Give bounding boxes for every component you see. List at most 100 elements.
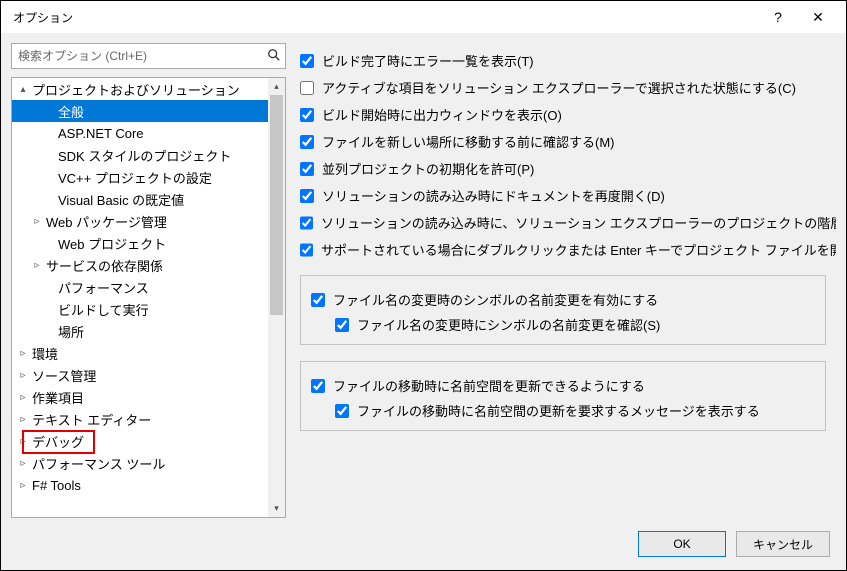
checkbox[interactable] xyxy=(335,318,349,332)
close-icon: ✕ xyxy=(812,9,824,26)
tree-item[interactable]: ASP.NET Core xyxy=(12,122,268,144)
check-reopen-docs[interactable]: ソリューションの読み込み時にドキュメントを再度開く(D) xyxy=(300,186,836,205)
search-icon[interactable] xyxy=(267,48,281,65)
check-open-projectfile[interactable]: サポートされている場合にダブルクリックまたは Enter キーでプロジェクト フ… xyxy=(300,240,836,259)
tree-item[interactable]: ▴プロジェクトおよびソリューション xyxy=(12,78,268,100)
check-enable-rename[interactable]: ファイル名の変更時のシンボルの名前変更を有効にする xyxy=(311,290,815,309)
tree-item[interactable]: ▹テキスト エディター xyxy=(12,408,268,430)
help-button[interactable]: ? xyxy=(758,2,798,32)
tree-item-label: パフォーマンス ツール xyxy=(30,454,165,473)
expand-icon[interactable]: ▹ xyxy=(16,370,30,381)
close-button[interactable]: ✕ xyxy=(798,2,838,32)
check-prompt-namespace[interactable]: ファイルの移動時に名前空間の更新を要求するメッセージを表示する xyxy=(311,401,815,420)
tree-item-label: ASP.NET Core xyxy=(56,126,144,141)
checkbox[interactable] xyxy=(300,189,314,203)
check-label: 並列プロジェクトの初期化を許可(P) xyxy=(322,159,534,178)
tree-item-label: Web パッケージ管理 xyxy=(44,212,167,231)
checkbox[interactable] xyxy=(300,216,313,230)
tree-item[interactable]: Web プロジェクト xyxy=(12,232,268,254)
tree-item[interactable]: 全般 xyxy=(12,100,268,122)
tree-item[interactable]: ▹ソース管理 xyxy=(12,364,268,386)
expand-icon[interactable]: ▹ xyxy=(30,216,44,227)
tree-item[interactable]: ▹デバッグ xyxy=(12,430,268,452)
expand-icon[interactable]: ▴ xyxy=(16,84,30,95)
ok-button[interactable]: OK xyxy=(638,531,726,557)
tree-item-label: プロジェクトおよびソリューション xyxy=(30,80,240,99)
tree-item-label: デバッグ xyxy=(30,432,84,451)
main-area: ▴プロジェクトおよびソリューション全般ASP.NET CoreSDK スタイルの… xyxy=(1,33,846,518)
window-title: オプション xyxy=(13,9,758,26)
scroll-up-button[interactable]: ▴ xyxy=(268,78,285,95)
check-label: サポートされている場合にダブルクリックまたは Enter キーでプロジェクト フ… xyxy=(321,240,836,259)
check-confirm-rename[interactable]: ファイル名の変更時にシンボルの名前変更を確認(S) xyxy=(311,315,815,334)
tree-item[interactable]: SDK スタイルのプロジェクト xyxy=(12,144,268,166)
expand-icon[interactable]: ▹ xyxy=(16,458,30,469)
right-pane: ビルド完了時にエラー一覧を表示(T) アクティブな項目をソリューション エクスプ… xyxy=(296,43,836,518)
check-label: ビルド完了時にエラー一覧を表示(T) xyxy=(322,51,534,70)
tree-item[interactable]: パフォーマンス xyxy=(12,276,268,298)
expand-icon[interactable]: ▹ xyxy=(16,348,30,359)
scroll-thumb[interactable] xyxy=(270,95,283,315)
tree-item-label: ソース管理 xyxy=(30,366,96,385)
group-namespace: ファイルの移動時に名前空間を更新できるようにする ファイルの移動時に名前空間の更… xyxy=(300,361,826,431)
tree-item[interactable]: ▹F# Tools xyxy=(12,474,268,496)
cancel-button[interactable]: キャンセル xyxy=(736,531,830,557)
tree-item-label: Web プロジェクト xyxy=(56,234,166,253)
check-label: ファイル名の変更時にシンボルの名前変更を確認(S) xyxy=(357,315,660,334)
tree-item[interactable]: 場所 xyxy=(12,320,268,342)
expand-icon[interactable]: ▹ xyxy=(30,260,44,271)
check-label: ソリューションの読み込み時に、ソリューション エクスプローラーのプロジェクトの階… xyxy=(321,213,836,232)
tree-item-label: 作業項目 xyxy=(30,388,84,407)
check-parallel-init[interactable]: 並列プロジェクトの初期化を許可(P) xyxy=(300,159,836,178)
check-label: ファイルの移動時に名前空間を更新できるようにする xyxy=(333,376,645,395)
check-build-errorlist[interactable]: ビルド完了時にエラー一覧を表示(T) xyxy=(300,51,836,70)
check-label: ソリューションの読み込み時にドキュメントを再度開く(D) xyxy=(322,186,665,205)
tree-item-label: VC++ プロジェクトの設定 xyxy=(56,168,212,187)
check-restore-hierarchy[interactable]: ソリューションの読み込み時に、ソリューション エクスプローラーのプロジェクトの階… xyxy=(300,213,836,232)
scroll-down-button[interactable]: ▾ xyxy=(268,500,285,517)
tree-item-label: 全般 xyxy=(56,102,84,121)
check-enable-namespace[interactable]: ファイルの移動時に名前空間を更新できるようにする xyxy=(311,376,815,395)
expand-icon[interactable]: ▹ xyxy=(16,480,30,491)
tree-scroll[interactable]: ▴プロジェクトおよびソリューション全般 ASP.NET Core SDK スタイルの… xyxy=(12,78,268,517)
tree-item[interactable]: ▹サービスの依存関係 xyxy=(12,254,268,276)
tree-item[interactable]: ▹環境 xyxy=(12,342,268,364)
tree-item-label: F# Tools xyxy=(30,478,81,493)
check-label: ファイルを新しい場所に移動する前に確認する(M) xyxy=(322,132,615,151)
checkbox[interactable] xyxy=(311,293,325,307)
tree-scrollbar[interactable]: ▴ ▾ xyxy=(268,78,285,517)
check-label: ビルド開始時に出力ウィンドウを表示(O) xyxy=(322,105,562,124)
tree-box: ▴プロジェクトおよびソリューション全般ASP.NET CoreSDK スタイルの… xyxy=(11,77,286,518)
footer: OK キャンセル xyxy=(1,518,846,570)
tree-item-label: SDK スタイルのプロジェクト xyxy=(56,146,231,165)
check-label: ファイルの移動時に名前空間の更新を要求するメッセージを表示する xyxy=(357,401,760,420)
checkbox[interactable] xyxy=(300,135,314,149)
check-track-active[interactable]: アクティブな項目をソリューション エクスプローラーで選択された状態にする(C) xyxy=(300,78,836,97)
tree-item[interactable]: ビルドして実行 xyxy=(12,298,268,320)
checkbox[interactable] xyxy=(300,108,314,122)
checkbox[interactable] xyxy=(300,81,314,95)
scroll-track[interactable] xyxy=(268,95,285,500)
tree-item[interactable]: VC++ プロジェクトの設定 xyxy=(12,166,268,188)
search-box[interactable] xyxy=(11,43,286,69)
left-pane: ▴プロジェクトおよびソリューション全般ASP.NET CoreSDK スタイルの… xyxy=(11,43,286,518)
checkbox[interactable] xyxy=(300,243,313,257)
tree-item[interactable]: ▹作業項目 xyxy=(12,386,268,408)
check-show-output[interactable]: ビルド開始時に出力ウィンドウを表示(O) xyxy=(300,105,836,124)
tree-item-label: ビルドして実行 xyxy=(56,300,149,319)
expand-icon[interactable]: ▹ xyxy=(16,414,30,425)
expand-icon[interactable]: ▹ xyxy=(16,392,30,403)
tree-item-label: パフォーマンス xyxy=(56,278,149,297)
tree-item[interactable]: Visual Basic の既定値 xyxy=(12,188,268,210)
check-confirm-move[interactable]: ファイルを新しい場所に移動する前に確認する(M) xyxy=(300,132,836,151)
checkbox[interactable] xyxy=(300,162,314,176)
expand-icon[interactable]: ▹ xyxy=(16,436,30,447)
tree-item[interactable]: ▹パフォーマンス ツール xyxy=(12,452,268,474)
tree-item-label: 場所 xyxy=(56,322,84,341)
tree-item-label: Visual Basic の既定値 xyxy=(56,190,184,209)
tree-item[interactable]: ▹Web パッケージ管理 xyxy=(12,210,268,232)
search-input[interactable] xyxy=(18,49,267,63)
checkbox[interactable] xyxy=(300,54,314,68)
checkbox[interactable] xyxy=(335,404,349,418)
checkbox[interactable] xyxy=(311,379,325,393)
